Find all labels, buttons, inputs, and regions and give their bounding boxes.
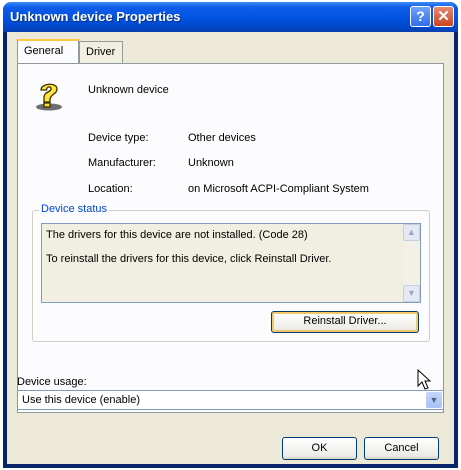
status-scrollbar[interactable]: ▲ ▼	[403, 224, 420, 302]
device-name: Unknown device	[88, 84, 169, 96]
help-button[interactable]: ?	[410, 6, 431, 27]
chevron-down-icon[interactable]: ▼	[426, 392, 442, 408]
device-usage-label: Device usage:	[17, 376, 87, 388]
window-title: Unknown device Properties	[10, 9, 181, 24]
device-status-text[interactable]: The drivers for this device are not inst…	[41, 223, 421, 303]
device-usage-value: Use this device (enable)	[22, 394, 141, 406]
mouse-pointer-icon	[417, 369, 432, 390]
status-line-code: The drivers for this device are not inst…	[46, 229, 308, 241]
location-label: Location:	[88, 183, 133, 195]
general-tab-panel: Unknown device Device type: Other device…	[17, 63, 444, 413]
manufacturer-label: Manufacturer:	[88, 157, 156, 169]
tab-general[interactable]: General	[17, 39, 79, 63]
scroll-up-icon[interactable]: ▲	[403, 224, 420, 241]
unknown-device-question-icon	[36, 83, 62, 111]
ok-button[interactable]: OK	[282, 437, 357, 460]
title-bar[interactable]: Unknown device Properties ? ✕	[3, 2, 458, 32]
device-status-title: Device status	[39, 203, 110, 215]
device-usage-select[interactable]: Use this device (enable) ▼	[17, 390, 444, 410]
dialog-body: General Driver Unknown device Device typ…	[7, 32, 454, 464]
reinstall-driver-button[interactable]: Reinstall Driver...	[271, 311, 419, 333]
cancel-button[interactable]: Cancel	[364, 437, 439, 460]
status-line-instruction: To reinstall the drivers for this device…	[46, 253, 332, 265]
device-status-group: Device status The drivers for this devic…	[32, 203, 430, 342]
scroll-down-icon[interactable]: ▼	[403, 285, 420, 302]
device-type-value: Other devices	[188, 132, 256, 144]
manufacturer-value: Unknown	[188, 157, 234, 169]
properties-window: Unknown device Properties ? ✕ General Dr…	[3, 2, 458, 468]
location-value: on Microsoft ACPI-Compliant System	[188, 183, 369, 195]
device-type-label: Device type:	[88, 132, 149, 144]
tab-driver[interactable]: Driver	[79, 41, 123, 63]
close-button[interactable]: ✕	[433, 6, 454, 27]
